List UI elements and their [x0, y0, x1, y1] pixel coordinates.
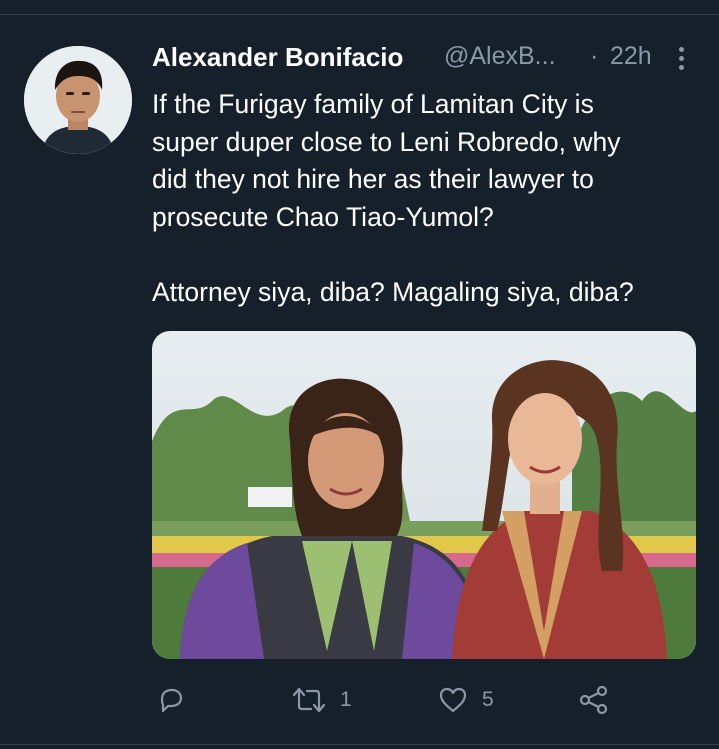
share-button[interactable] — [578, 680, 610, 720]
reply-icon — [160, 688, 183, 713]
share-icon — [579, 685, 608, 715]
top-divider — [0, 14, 719, 15]
avatar[interactable] — [24, 46, 132, 154]
tweet-text-line: did they not hire her as their lawyer to — [152, 164, 594, 194]
retweet-icon — [292, 687, 326, 713]
tweet-timestamp[interactable]: 22h — [610, 42, 652, 71]
tweet-text-line: Attorney siya, diba? Magaling siya, diba… — [152, 276, 634, 307]
photo-image — [152, 331, 696, 659]
tweet-text: If the Furigay family of Lamitan City is… — [152, 86, 702, 311]
bottom-divider — [0, 744, 719, 745]
separator-dot: · — [590, 42, 599, 70]
author-name[interactable]: Alexander Bonifacio — [152, 42, 403, 73]
more-vertical-icon[interactable] — [672, 44, 690, 74]
heart-icon — [439, 687, 467, 713]
tweet-photo[interactable] — [152, 331, 696, 659]
tweet-header: Alexander Bonifacio @AlexB... · 22h — [152, 40, 692, 80]
tweet-actions: 1 5 — [152, 680, 696, 720]
retweet-button[interactable]: 1 — [292, 680, 352, 720]
like-button[interactable]: 5 — [438, 680, 494, 720]
avatar-image — [24, 46, 132, 154]
reply-button[interactable] — [156, 680, 186, 720]
like-count: 5 — [482, 688, 494, 711]
tweet-text-line: super duper close to Leni Robredo, why — [152, 126, 621, 157]
tweet-text-line: prosecute Chao Tiao-Yumol? — [152, 201, 494, 232]
retweet-count: 1 — [340, 688, 352, 711]
tweet-text-line: If the Furigay family of Lamitan City is — [152, 89, 594, 119]
author-handle[interactable]: @AlexB... — [444, 42, 556, 71]
